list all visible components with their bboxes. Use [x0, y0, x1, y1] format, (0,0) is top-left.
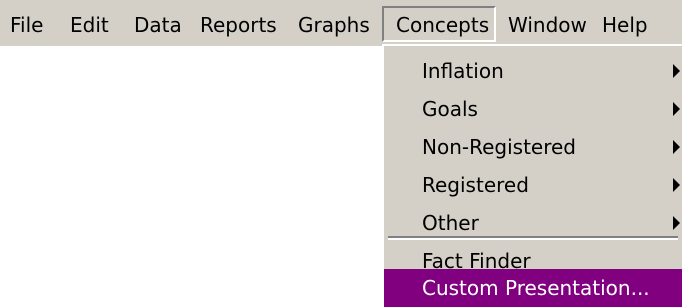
chevron-right-icon [673, 102, 680, 116]
menu-item-label: Registered [422, 173, 529, 197]
menu-item-label: Custom Presentation... [422, 276, 650, 300]
menu-item-registered[interactable]: Registered [384, 166, 682, 204]
menu-graphs[interactable]: Graphs [298, 10, 370, 40]
menu-item-inflation[interactable]: Inflation [384, 52, 682, 90]
chevron-right-icon [673, 178, 680, 192]
chevron-right-icon [673, 216, 680, 230]
chevron-right-icon [673, 140, 680, 154]
menu-item-custom-presentation[interactable]: Custom Presentation... [384, 269, 682, 307]
menu-bar: File Edit Data Reports Graphs Concepts W… [0, 0, 682, 46]
menu-item-non-registered[interactable]: Non-Registered [384, 128, 682, 166]
chevron-right-icon [673, 64, 680, 78]
menu-item-label: Non-Registered [422, 135, 576, 159]
menu-item-label: Goals [422, 97, 478, 121]
menu-reports[interactable]: Reports [200, 10, 277, 40]
menu-edit[interactable]: Edit [70, 10, 109, 40]
menu-window[interactable]: Window [508, 10, 587, 40]
menu-file[interactable]: File [10, 10, 43, 40]
menu-data[interactable]: Data [134, 10, 182, 40]
menu-item-goals[interactable]: Goals [384, 90, 682, 128]
menu-item-label: Inflation [422, 59, 504, 83]
menu-help[interactable]: Help [602, 10, 648, 40]
menu-separator [388, 236, 678, 240]
menu-concepts[interactable]: Concepts [382, 6, 496, 42]
concepts-dropdown-menu: Inflation Goals Non-Registered Registere… [382, 44, 682, 307]
